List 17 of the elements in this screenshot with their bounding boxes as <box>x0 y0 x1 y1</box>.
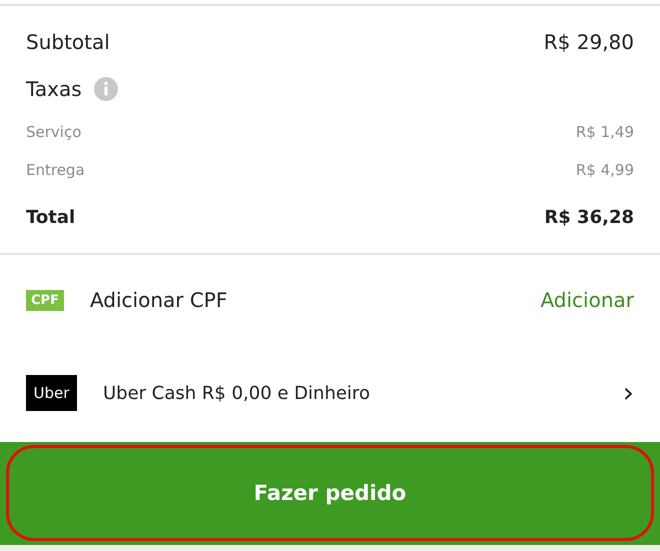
cpf-badge: CPF <box>26 290 64 311</box>
fee-label: Serviço <box>26 123 82 142</box>
chevron-icon[interactable]: › <box>622 379 634 408</box>
info-icon[interactable] <box>94 76 118 101</box>
cpf-label: Adicionar CPF <box>90 288 228 312</box>
total-value: R$ 36,28 <box>544 206 634 228</box>
fee-value: R$ 4,99 <box>576 161 634 180</box>
fee-label: Entrega <box>26 161 85 180</box>
subtotal-label: Subtotal <box>26 30 110 54</box>
subtotal-value: R$ 29,80 <box>544 30 634 54</box>
order-button[interactable]: Fazer pedido <box>6 444 654 541</box>
total-label: Total <box>26 206 76 228</box>
add-cpf-link[interactable]: Adicionar <box>540 288 634 312</box>
fee-value: R$ 1,49 <box>576 123 634 142</box>
uber-logo: Uber <box>26 375 77 412</box>
taxes-label: Taxas <box>26 76 82 101</box>
payment-method-label[interactable]: Uber Cash R$ 0,00 e Dinheiro <box>103 382 623 404</box>
